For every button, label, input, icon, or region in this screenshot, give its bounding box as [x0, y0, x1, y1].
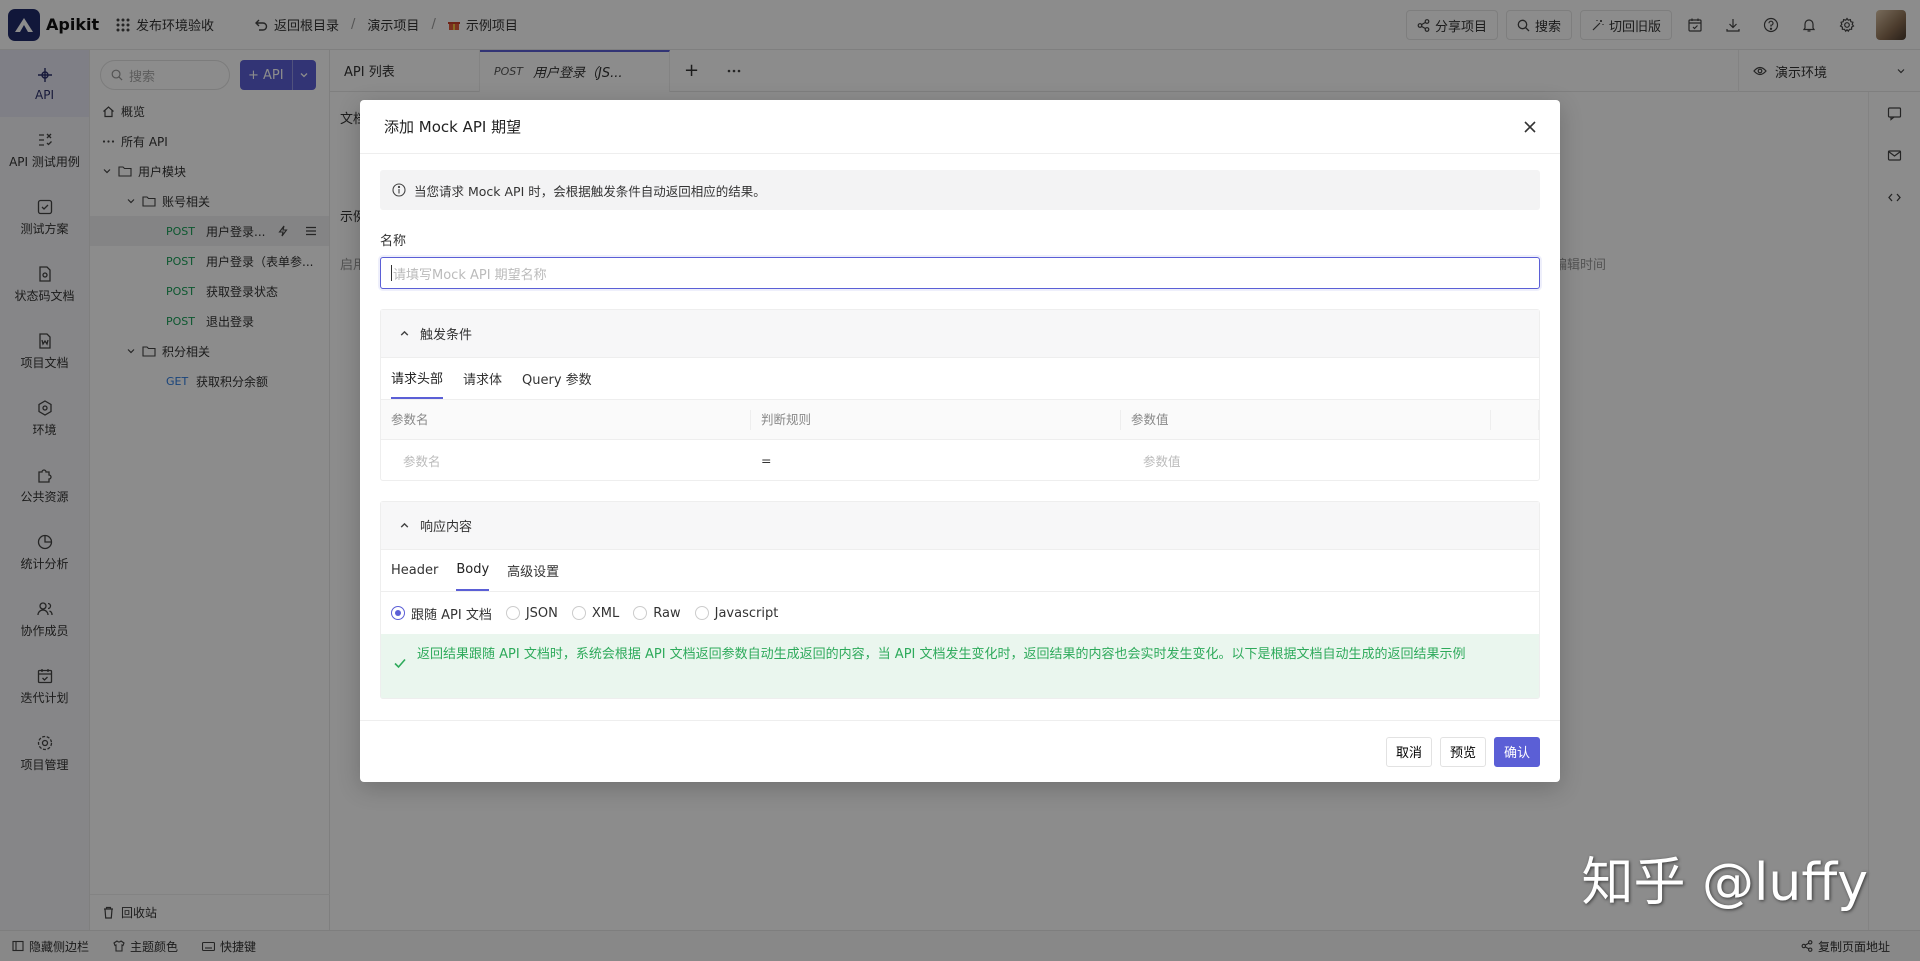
trigger-title: 触发条件 — [420, 324, 472, 343]
radio-follow-api-doc[interactable]: 跟随 API 文档 — [391, 604, 492, 623]
radio-label: 跟随 API 文档 — [411, 604, 492, 623]
column-actions — [1491, 410, 1539, 430]
success-notice: 返回结果跟随 API 文档时，系统会根据 API 文档返回参数自动生成返回的内容… — [381, 634, 1539, 698]
preview-button[interactable]: 预览 — [1440, 737, 1486, 767]
info-alert-text: 当您请求 Mock API 时，会根据触发条件自动返回相应的结果。 — [414, 181, 766, 200]
mock-name-input[interactable]: 请填写Mock API 期望名称 — [380, 257, 1540, 289]
tab-header[interactable]: Header — [391, 549, 438, 591]
check-icon — [393, 656, 407, 670]
tab-advanced-settings[interactable]: 高级设置 — [507, 549, 559, 591]
success-notice-text: 返回结果跟随 API 文档时，系统会根据 API 文档返回参数自动生成返回的内容… — [417, 647, 1466, 662]
mock-name-placeholder: 请填写Mock API 期望名称 — [393, 264, 547, 283]
cancel-button[interactable]: 取消 — [1386, 737, 1432, 767]
chevron-up-icon — [399, 328, 410, 339]
radio-icon — [633, 606, 647, 620]
tab-body[interactable]: Body — [456, 549, 489, 591]
dialog-title: 添加 Mock API 期望 — [384, 116, 521, 137]
radio-xml[interactable]: XML — [572, 606, 619, 621]
response-section: 响应内容 Header Body 高级设置 跟随 API 文档 JSON XML — [380, 501, 1540, 699]
column-param-name: 参数名 — [381, 410, 751, 430]
trigger-section: 触发条件 请求头部 请求体 Query 参数 参数名 判断规则 参数值 参数名 … — [380, 309, 1540, 481]
param-name-input[interactable]: 参数名 — [381, 451, 751, 470]
response-title: 响应内容 — [420, 516, 472, 535]
column-param-value: 参数值 — [1121, 410, 1491, 430]
trigger-section-header[interactable]: 触发条件 — [381, 310, 1539, 358]
radio-selected-icon — [391, 606, 405, 620]
info-alert: 当您请求 Mock API 时，会根据触发条件自动返回相应的结果。 — [380, 170, 1540, 210]
confirm-button[interactable]: 确认 — [1494, 737, 1540, 767]
rule-select[interactable]: = — [751, 453, 1121, 468]
table-row: 参数名 = 参数值 — [381, 440, 1539, 480]
tab-request-headers[interactable]: 请求头部 — [391, 357, 443, 399]
radio-label: Raw — [653, 606, 680, 621]
column-rule: 判断规则 — [751, 410, 1121, 430]
radio-json[interactable]: JSON — [506, 606, 558, 621]
response-tabs: Header Body 高级设置 — [381, 550, 1539, 592]
response-section-header[interactable]: 响应内容 — [381, 502, 1539, 550]
add-mock-dialog: 添加 Mock API 期望 当您请求 Mock API 时，会根据触发条件自动… — [360, 100, 1560, 782]
text-cursor — [391, 265, 392, 281]
chevron-up-icon — [399, 520, 410, 531]
trigger-tabs: 请求头部 请求体 Query 参数 — [381, 358, 1539, 400]
tab-query-params[interactable]: Query 参数 — [522, 357, 592, 399]
radio-icon — [506, 606, 520, 620]
radio-icon — [695, 606, 709, 620]
tab-request-body[interactable]: 请求体 — [463, 357, 502, 399]
param-table-header: 参数名 判断规则 参数值 — [381, 400, 1539, 440]
radio-raw[interactable]: Raw — [633, 606, 680, 621]
watermark: 知乎 @luffy — [1581, 840, 1868, 915]
radio-label: XML — [592, 606, 619, 621]
dialog-footer: 取消 预览 确认 — [360, 720, 1560, 782]
close-icon[interactable] — [1520, 117, 1540, 137]
param-value-input[interactable]: 参数值 — [1121, 451, 1491, 470]
radio-label: Javascript — [715, 606, 779, 621]
info-icon — [392, 183, 406, 197]
name-field-label: 名称 — [380, 230, 1540, 249]
body-type-radio-group: 跟随 API 文档 JSON XML Raw Javascript — [381, 592, 1539, 634]
radio-label: JSON — [526, 606, 558, 621]
radio-icon — [572, 606, 586, 620]
radio-javascript[interactable]: Javascript — [695, 606, 779, 621]
